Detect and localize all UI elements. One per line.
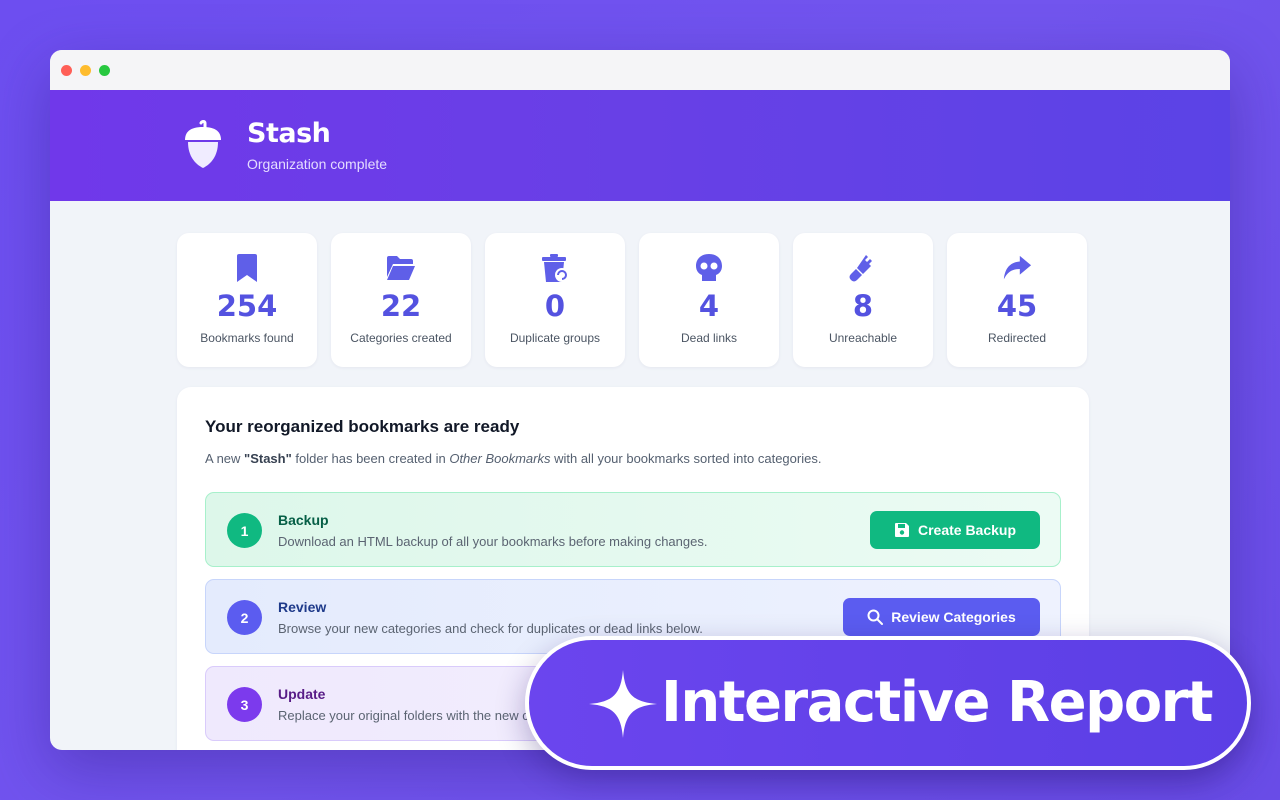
minimize-window-button[interactable] <box>80 64 91 76</box>
plug-icon <box>848 252 878 284</box>
step-title: Review <box>278 599 327 615</box>
bookmark-icon <box>232 252 262 284</box>
stat-value: 0 <box>544 289 566 323</box>
stat-value: 22 <box>380 289 422 323</box>
desc-folder-name: "Stash" <box>244 451 292 466</box>
stat-card-duplicates: 0 Duplicate groups <box>485 233 625 367</box>
stat-card-categories: 22 Categories created <box>331 233 471 367</box>
desc-location: Other Bookmarks <box>449 451 551 466</box>
desc-mid: folder has been created in <box>291 451 450 466</box>
stat-label: Duplicate groups <box>509 331 601 345</box>
share-arrow-icon <box>1002 252 1032 284</box>
step-number: 3 <box>227 687 262 722</box>
desc-suffix: with all your bookmarks sorted into cate… <box>550 451 822 466</box>
trash-recycle-icon <box>540 252 570 284</box>
stat-label: Categories created <box>350 331 452 345</box>
step-number: 2 <box>227 600 262 635</box>
stat-label: Dead links <box>680 331 738 345</box>
panel-title: Your reorganized bookmarks are ready <box>205 417 520 436</box>
step-description: Replace your original folders with the n… <box>278 708 529 723</box>
stat-card-dead-links: 4 Dead links <box>639 233 779 367</box>
search-icon <box>867 609 884 625</box>
step-number: 1 <box>227 513 262 548</box>
stat-label: Bookmarks found <box>200 331 294 345</box>
sparkle-icon <box>589 670 657 738</box>
create-backup-label: Create Backup <box>917 522 1017 538</box>
window-titlebar <box>50 50 1230 90</box>
stat-label: Unreachable <box>828 331 898 345</box>
step-title: Backup <box>278 512 329 528</box>
app-header: Stash Organization complete <box>50 90 1230 201</box>
stat-card-bookmarks: 254 Bookmarks found <box>177 233 317 367</box>
step-description: Download an HTML backup of all your book… <box>278 534 708 549</box>
maximize-window-button[interactable] <box>99 64 110 76</box>
stat-value: 45 <box>996 289 1038 323</box>
desc-prefix: A new <box>205 451 245 466</box>
review-categories-label: Review Categories <box>891 609 1016 625</box>
badge-text: Interactive Report <box>661 670 1214 735</box>
stats-row: 254 Bookmarks found 22 Categories create… <box>177 233 1087 367</box>
step-title: Update <box>278 686 326 702</box>
interactive-report-badge: Interactive Report <box>525 636 1251 770</box>
step-backup: 1 Backup Download an HTML backup of all … <box>205 492 1061 567</box>
app-title: Stash <box>247 118 331 149</box>
panel-description: A new "Stash" folder has been created in… <box>205 451 821 466</box>
floppy-disk-icon <box>894 523 909 537</box>
create-backup-button[interactable]: Create Backup <box>870 511 1040 549</box>
stat-value: 4 <box>698 289 720 323</box>
stat-card-unreachable: 8 Unreachable <box>793 233 933 367</box>
step-description: Browse your new categories and check for… <box>278 621 703 636</box>
stat-value: 254 <box>216 289 278 323</box>
skull-icon <box>694 252 724 284</box>
stat-value: 8 <box>852 289 874 323</box>
stat-card-redirected: 45 Redirected <box>947 233 1087 367</box>
close-window-button[interactable] <box>61 64 72 76</box>
folder-open-icon <box>386 252 416 284</box>
app-subtitle: Organization complete <box>247 156 388 172</box>
acorn-logo-icon <box>185 120 221 168</box>
stat-label: Redirected <box>987 331 1047 345</box>
review-categories-button[interactable]: Review Categories <box>843 598 1040 636</box>
